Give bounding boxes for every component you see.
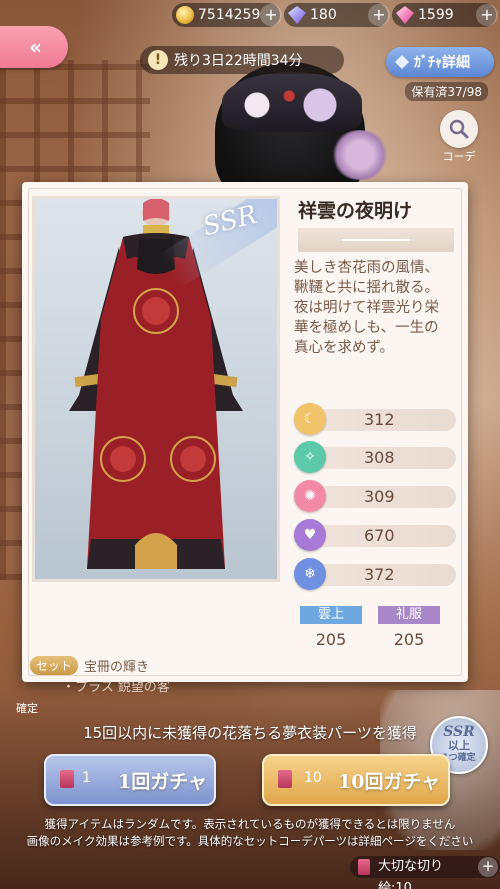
add-diamond-button[interactable]: + bbox=[368, 4, 390, 26]
single-gacha-label: 1回ガチャ bbox=[118, 771, 208, 793]
gacha-detail-button[interactable]: ｶﾞﾁｬ詳細 bbox=[386, 47, 494, 77]
gold-currency: 7514259 + bbox=[172, 3, 282, 27]
item-detail-card: SSR 祥雲の夜明け 美しき杏花雨の風情、 鞦韆と共に揺れ散る。 夜は明けて祥雲… bbox=[22, 182, 468, 682]
ten-gacha-button[interactable]: 10 10回ガチャ bbox=[262, 754, 450, 806]
diamond-small-icon bbox=[395, 55, 409, 69]
single-gacha-button[interactable]: 1 1回ガチャ bbox=[44, 754, 216, 806]
robe-illustration bbox=[69, 199, 243, 569]
name-underline-bar bbox=[298, 228, 454, 252]
background-list-text: ・プラス 鋭望の客 bbox=[62, 680, 170, 695]
diamond-currency: 180 + bbox=[284, 3, 390, 27]
guarantee-notice: 15回以内に未獲得の花落ちる夢衣装パーツを獲得 bbox=[83, 724, 417, 742]
stat-row-elegant: ☾ 312 bbox=[294, 403, 456, 435]
sweet-icon: ✺ bbox=[294, 480, 326, 512]
pink-diamond-amount: 1599 bbox=[418, 7, 454, 23]
magnifier-icon bbox=[440, 110, 478, 148]
ten-gacha-label: 10回ガチャ bbox=[338, 771, 441, 793]
double-chevron-left-icon: « bbox=[29, 35, 42, 59]
add-ticket-button[interactable]: + bbox=[478, 857, 498, 877]
event-timer: ! 残り3日22時間34分 bbox=[140, 46, 344, 74]
stat-row-fresh: ✧ 308 bbox=[294, 441, 456, 473]
owned-count: 保有済37/98 bbox=[405, 82, 488, 101]
style-value-2: 205 bbox=[393, 630, 425, 649]
fresh-icon: ✧ bbox=[294, 441, 326, 473]
cool-icon: ❄ bbox=[294, 558, 326, 590]
gold-amount: 7514259 bbox=[198, 7, 261, 23]
disclaimer: 獲得アイテムはランダムです。表示されているものが獲得できるとは限りません 画像の… bbox=[26, 817, 474, 848]
back-button[interactable]: « bbox=[0, 26, 68, 68]
timer-text: 残り3日22時間34分 bbox=[174, 53, 303, 69]
set-badge: セット bbox=[30, 655, 79, 675]
single-gacha-cost: 1 bbox=[82, 770, 91, 786]
sexy-icon: ♥ bbox=[294, 519, 326, 551]
stat-row-sweet: ✺ 309 bbox=[294, 480, 456, 512]
add-gold-button[interactable]: + bbox=[260, 4, 282, 26]
add-pink-diamond-button[interactable]: + bbox=[476, 4, 498, 26]
elegant-icon: ☾ bbox=[294, 403, 326, 435]
style-tag-1: 雲上 bbox=[300, 606, 362, 624]
stat-row-sexy: ♥ 670 bbox=[294, 519, 456, 551]
set-info: セット 宝冊の輝き bbox=[30, 654, 149, 676]
item-description: 美しき杏花雨の風情、 鞦韆と共に揺れ散る。 夜は明けて祥雲光り栄 華を極めしも、… bbox=[294, 260, 439, 356]
hair-flower bbox=[330, 130, 390, 180]
outfit-image: SSR bbox=[32, 196, 280, 582]
item-name: 祥雲の夜明け bbox=[298, 200, 413, 222]
important-ticket-counter: 大切な切り絵:10 + bbox=[350, 856, 500, 889]
exclamation-icon: ! bbox=[148, 50, 168, 70]
set-name: 宝冊の輝き bbox=[84, 659, 150, 675]
style-tag-2: 礼服 bbox=[378, 606, 440, 624]
style-value-1: 205 bbox=[315, 630, 347, 649]
character-headdress bbox=[222, 72, 362, 132]
pink-diamond-icon bbox=[396, 6, 414, 24]
gold-coin-icon bbox=[176, 6, 194, 24]
ticket-icon bbox=[60, 770, 74, 788]
pink-diamond-currency: 1599 + bbox=[392, 3, 498, 27]
coordinate-label: コーデ bbox=[442, 150, 476, 163]
coordinate-button[interactable]: コーデ bbox=[432, 110, 486, 164]
ticket-icon bbox=[278, 770, 292, 788]
ten-gacha-cost: 10 bbox=[304, 770, 322, 786]
diamond-amount: 180 bbox=[310, 7, 337, 23]
diamond-icon bbox=[288, 6, 306, 24]
gacha-detail-label: ｶﾞﾁｬ詳細 bbox=[414, 55, 470, 71]
side-label: 確定 bbox=[16, 702, 38, 715]
ticket-icon bbox=[358, 859, 370, 875]
stat-row-cool: ❄ 372 bbox=[294, 558, 456, 590]
